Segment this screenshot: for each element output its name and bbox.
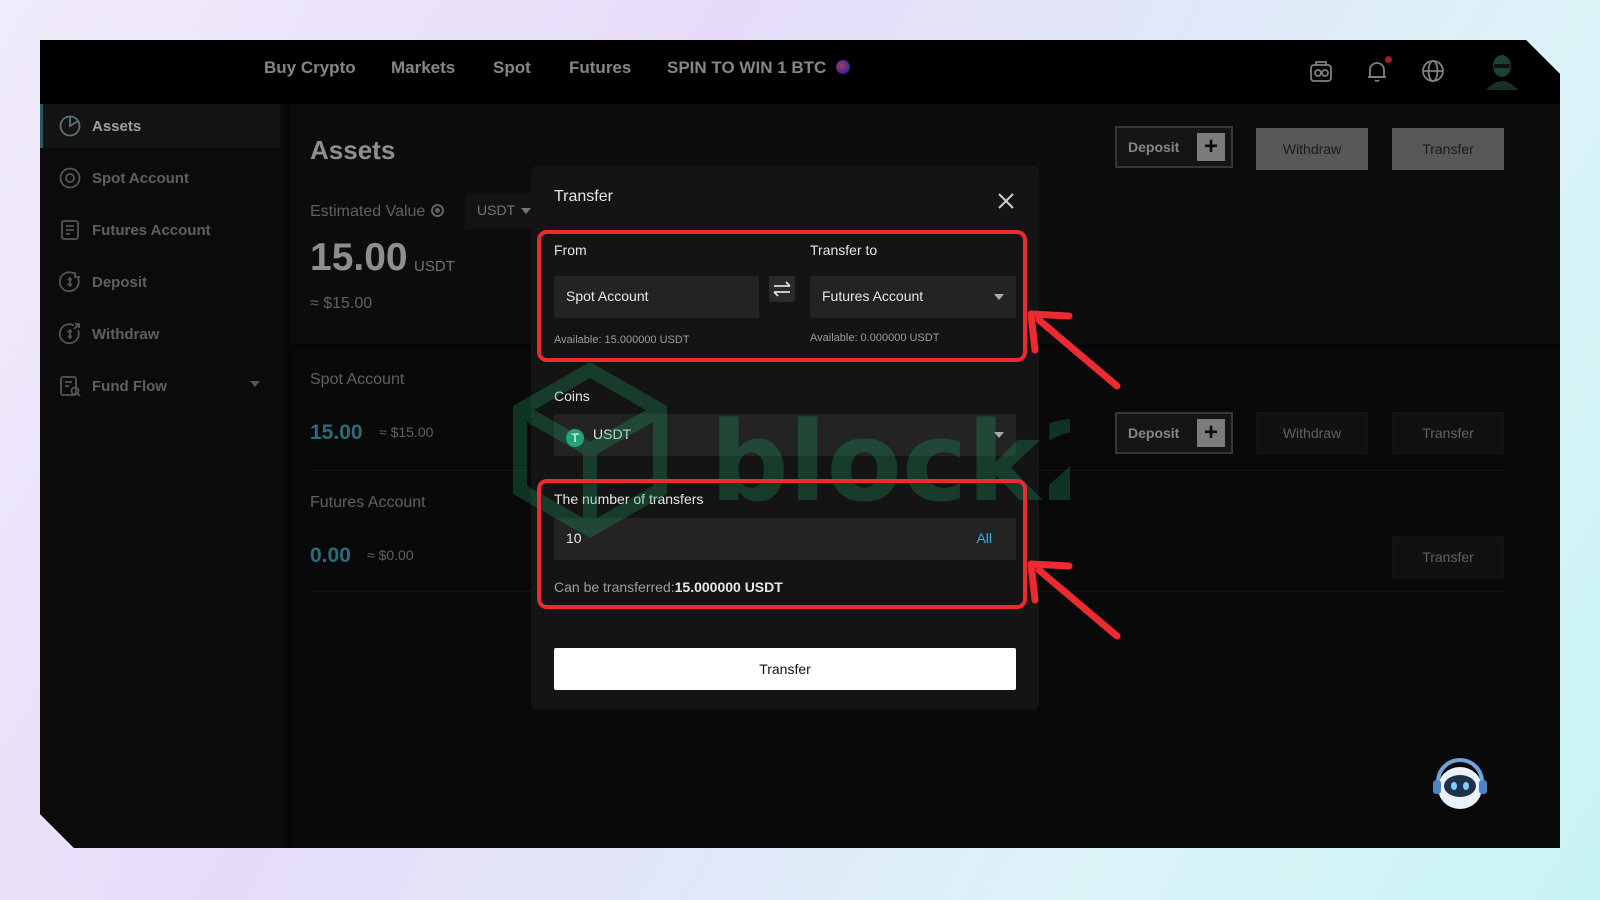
submit-transfer-button[interactable]: Transfer xyxy=(554,648,1016,690)
chatbot-assistant-icon[interactable] xyxy=(1430,756,1490,812)
coin-value: USDT xyxy=(593,426,632,442)
modal-title: Transfer xyxy=(554,188,613,205)
from-to-highlight-box xyxy=(537,230,1027,362)
chevron-down-icon xyxy=(994,432,1004,438)
coins-label: Coins xyxy=(554,388,590,404)
amount-highlight-box xyxy=(537,479,1027,609)
coin-select[interactable]: T USDT xyxy=(554,414,1016,456)
app-window: Buy Crypto Markets Spot Futures SPIN TO … xyxy=(40,40,1560,848)
usdt-tether-icon: T xyxy=(566,429,584,447)
close-icon[interactable] xyxy=(997,192,1015,210)
